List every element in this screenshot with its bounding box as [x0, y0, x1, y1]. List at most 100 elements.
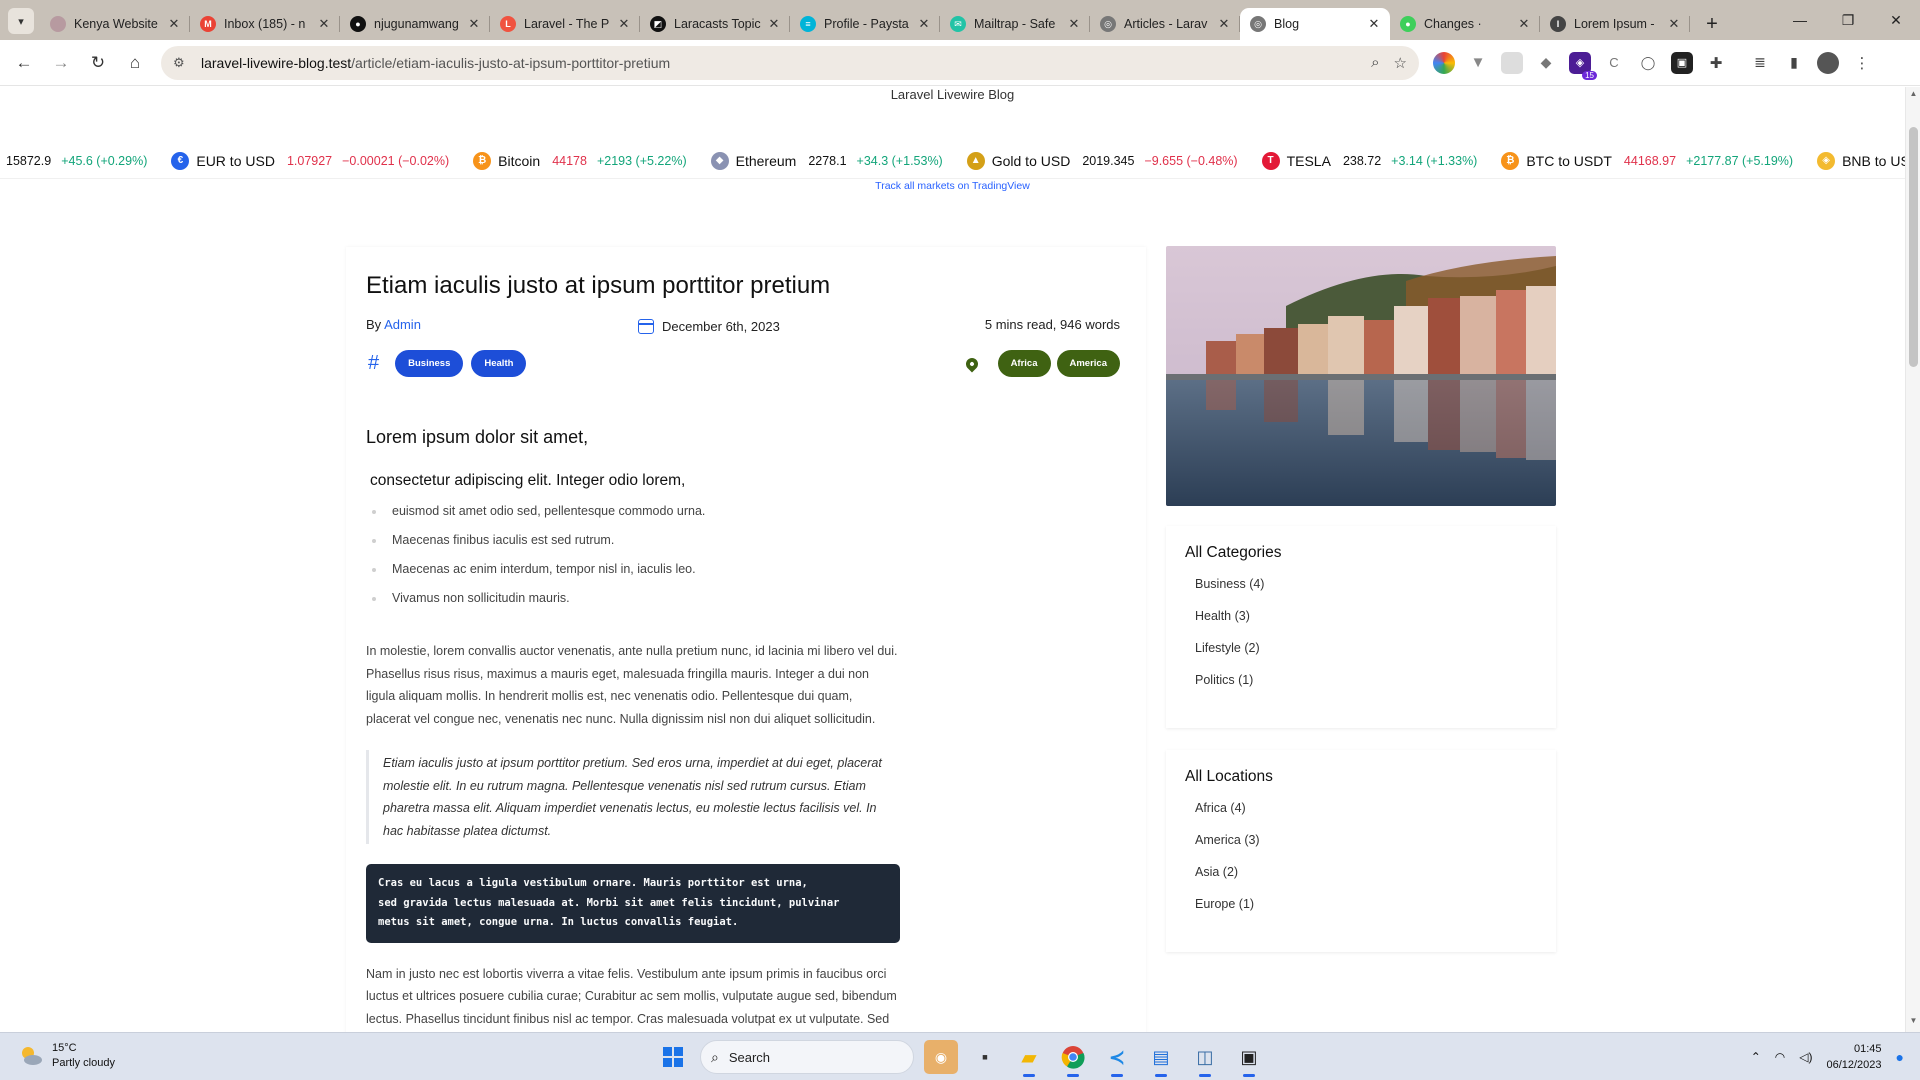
location-link[interactable]: Asia (2) — [1185, 865, 1537, 897]
restore-button[interactable]: ❐ — [1824, 0, 1872, 40]
extension-square-icon[interactable]: ▣ — [1671, 51, 1693, 74]
show-hidden-icons-chevron-icon[interactable]: ⌃ — [1751, 1050, 1761, 1064]
site-info-icon[interactable]: ⚙ — [173, 55, 191, 71]
terminal-icon[interactable]: ▣ — [1232, 1040, 1266, 1077]
livewire-devtools-icon[interactable]: ◈ 15 — [1569, 51, 1597, 80]
forward-button[interactable]: → — [43, 45, 79, 81]
tradingview-ticker[interactable]: 15872.9 +45.6 (+0.29%) € EUR to USD 1.07927−… — [0, 143, 1905, 179]
author-link[interactable]: Admin — [384, 317, 421, 332]
volume-icon[interactable]: ◁) — [1799, 1050, 1812, 1064]
file-explorer-icon[interactable]: ▰ — [1012, 1040, 1046, 1077]
tab-close-icon[interactable]: ✕ — [1666, 16, 1682, 32]
tab-close-icon[interactable]: ✕ — [1366, 16, 1382, 32]
browser-tab[interactable]: L Laravel - The P ✕ — [490, 8, 640, 40]
home-button[interactable]: ⌂ — [117, 45, 153, 81]
plus-icon: + — [1706, 12, 1718, 35]
tab-close-icon[interactable]: ✕ — [616, 16, 632, 32]
category-link[interactable]: Politics (1) — [1185, 673, 1537, 705]
ticker-item[interactable]: ₿ BTC to USDT 44168.97 +2177.87 (+5.19%) — [1501, 151, 1793, 170]
extension-grid-icon[interactable] — [1501, 51, 1523, 74]
category-pill[interactable]: Business — [395, 350, 464, 377]
ticker-item[interactable]: T TESLA 238.72 +3.14 (+1.33%) — [1261, 151, 1477, 170]
extension-puzzle-alt-icon[interactable]: ◆ — [1535, 52, 1557, 74]
side-panel-icon[interactable]: ▮ — [1783, 52, 1805, 74]
location-link[interactable]: Europe (1) — [1185, 897, 1537, 929]
tab-close-icon[interactable]: ✕ — [1066, 16, 1082, 32]
browser-tab[interactable]: Kenya Website ✕ — [40, 8, 190, 40]
categories-title: All Categories — [1185, 544, 1282, 561]
page-scrollbar[interactable]: ▲ ▼ — [1905, 87, 1920, 1032]
ticker-item[interactable]: ▲ Gold to USD 2019.345 −9.655 (−0.48%) — [966, 151, 1238, 170]
tab-close-icon[interactable]: ✕ — [466, 16, 482, 32]
tradingview-link[interactable]: Track all markets on TradingView — [0, 180, 1905, 192]
color-picker-extension-icon[interactable] — [1433, 51, 1455, 74]
minimize-button[interactable]: — — [1776, 0, 1824, 40]
scroll-up-arrow-icon[interactable]: ▲ — [1906, 89, 1920, 103]
taskbar-search[interactable]: ⌕ Search — [700, 1040, 914, 1074]
tab-close-icon[interactable]: ✕ — [1216, 16, 1232, 32]
url-text[interactable]: laravel-livewire-blog.test/article/etiam… — [201, 55, 1371, 71]
category-link[interactable]: Business (4) — [1185, 577, 1537, 609]
url-host: laravel-livewire-blog.test — [201, 54, 352, 71]
tab-close-icon[interactable]: ✕ — [166, 16, 182, 32]
ticker-item[interactable]: ₿ Bitcoin 44178 +2193 (+5.22%) — [473, 151, 687, 170]
task-view-icon[interactable]: ▪ — [968, 1040, 1002, 1074]
clock[interactable]: 01:45 06/12/2023 — [1826, 1041, 1881, 1073]
browser-tab[interactable]: ◩ Laracasts Topic ✕ — [640, 8, 790, 40]
blog-brand[interactable]: Laravel Livewire Blog — [0, 87, 1905, 102]
ticker-item[interactable]: ◈ BNB to USDT — [1817, 151, 1905, 170]
location-link[interactable]: America (3) — [1185, 833, 1537, 865]
new-tab-button[interactable]: + — [1698, 10, 1726, 38]
tab-close-icon[interactable]: ✕ — [1516, 16, 1532, 32]
category-link[interactable]: Health (3) — [1185, 609, 1537, 641]
reload-button[interactable]: ↻ — [80, 45, 116, 81]
copilot-icon[interactable]: ◉ — [924, 1040, 958, 1074]
location-pill[interactable]: Africa — [997, 350, 1051, 377]
menu-kebab-icon[interactable]: ⋮ — [1851, 52, 1873, 74]
wifi-icon[interactable]: ◠ — [1775, 1050, 1785, 1064]
vue-devtools-icon[interactable]: ▼ — [1467, 52, 1489, 74]
browser-tab[interactable]: I Lorem Ipsum - ✕ — [1540, 8, 1690, 40]
zoom-icon[interactable]: ⌕ — [1371, 54, 1379, 72]
location-link[interactable]: Africa (4) — [1185, 801, 1537, 833]
browser-tab[interactable]: M Inbox (185) - n ✕ — [190, 8, 340, 40]
extension-circle-icon[interactable]: ◯ — [1637, 52, 1659, 74]
browser-tab[interactable]: ● Changes · ✕ — [1390, 8, 1540, 40]
profile-avatar-icon[interactable] — [1817, 51, 1839, 74]
scrollbar-thumb[interactable] — [1909, 127, 1918, 367]
notepad-icon[interactable]: ▤ — [1144, 1040, 1178, 1077]
chrome-icon[interactable] — [1056, 1040, 1090, 1077]
tab-close-icon[interactable]: ✕ — [916, 16, 932, 32]
tab-title: Mailtrap - Safe — [974, 17, 1056, 31]
tab-close-icon[interactable]: ✕ — [766, 16, 782, 32]
tab-close-icon[interactable]: ✕ — [316, 16, 332, 32]
ticker-change: −0.00021 (−0.02%) — [342, 153, 450, 168]
reading-list-icon[interactable]: ≣ — [1749, 52, 1771, 74]
browser-tab[interactable]: ◎ Blog ✕ — [1240, 8, 1390, 40]
code-block: Cras eu lacus a ligula vestibulum ornare… — [366, 864, 900, 943]
vscode-icon[interactable]: ≺ — [1100, 1040, 1134, 1077]
notification-bell-icon[interactable]: ● — [1896, 1049, 1904, 1065]
weather-widget[interactable]: 15°C Partly cloudy — [18, 1041, 115, 1071]
address-bar[interactable]: ⚙ laravel-livewire-blog.test/article/eti… — [161, 45, 1419, 80]
browser-tab[interactable]: ✉ Mailtrap - Safe ✕ — [940, 8, 1090, 40]
category-link[interactable]: Lifestyle (2) — [1185, 641, 1537, 673]
task-manager-icon[interactable]: ◫ — [1188, 1040, 1222, 1077]
bookmark-star-icon[interactable]: ☆ — [1394, 54, 1407, 72]
ticker-item[interactable]: € EUR to USD 1.07927 −0.00021 (−0.02%) — [171, 151, 450, 170]
browser-tab[interactable]: ≡ Profile - Paysta ✕ — [790, 8, 940, 40]
tab-search-button[interactable]: ▾ — [8, 8, 34, 34]
scroll-down-arrow-icon[interactable]: ▼ — [1906, 1016, 1920, 1030]
browser-tab[interactable]: ◎ Articles - Larav ✕ — [1090, 8, 1240, 40]
extensions-puzzle-icon[interactable]: ✚ — [1705, 52, 1727, 74]
browser-tab[interactable]: ● njugunamwang ✕ — [340, 8, 490, 40]
ticker-item[interactable]: ◆ Ethereum 2278.1 +34.3 (+1.53%) — [710, 151, 943, 170]
back-button[interactable]: ← — [6, 45, 42, 81]
ticker-item[interactable]: 15872.9 +45.6 (+0.29%) — [6, 154, 147, 168]
start-button[interactable] — [656, 1040, 690, 1074]
extension-c-icon[interactable]: C — [1603, 52, 1625, 74]
location-pill[interactable]: America — [1056, 350, 1120, 377]
date-text: December 6th, 2023 — [662, 319, 780, 334]
category-pill[interactable]: Health — [471, 350, 527, 377]
close-window-button[interactable]: ✕ — [1872, 0, 1920, 40]
